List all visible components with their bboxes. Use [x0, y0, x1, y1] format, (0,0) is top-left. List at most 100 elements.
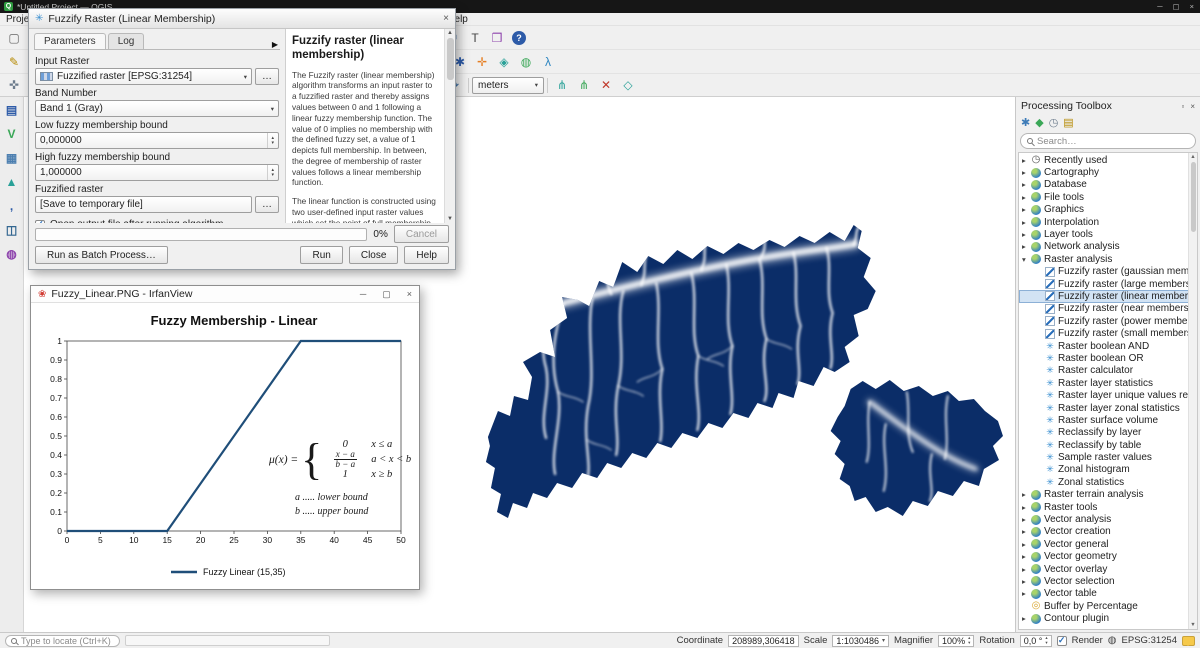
toolbox-wrench-icon[interactable]: ✱: [1021, 116, 1030, 129]
tree-item-interpolation[interactable]: ▸Interpolation: [1019, 216, 1197, 228]
minimize-button[interactable]: ─: [1157, 2, 1162, 11]
tree-item-reclassify-by-layer[interactable]: ✳Reclassify by layer: [1019, 427, 1197, 439]
expand-icon[interactable]: ▸: [1022, 503, 1031, 512]
input-raster-browse-button[interactable]: …: [255, 68, 279, 85]
expand-icon[interactable]: ▸: [1022, 515, 1031, 524]
tree-item-contour-plugin[interactable]: ▸Contour plugin: [1019, 612, 1197, 624]
add-raster-layer-icon[interactable]: ▦: [2, 148, 22, 168]
expand-icon[interactable]: ▸: [1022, 614, 1031, 623]
tree-item-raster-tools[interactable]: ▸Raster tools: [1019, 501, 1197, 513]
georeferencer-icon[interactable]: ✛: [472, 52, 492, 72]
expand-icon[interactable]: ▸: [1022, 230, 1031, 239]
expand-icon[interactable]: ▸: [1022, 205, 1031, 214]
expand-icon[interactable]: ▸: [1022, 490, 1031, 499]
tree-item-layer-tools[interactable]: ▸Layer tools: [1019, 228, 1197, 240]
expand-icon[interactable]: ▸: [1022, 193, 1031, 202]
tree-item-fuzzify-raster-near-membership[interactable]: Fuzzify raster (near membership): [1019, 303, 1197, 315]
tree-item-fuzzify-raster-gaussian-membership[interactable]: Fuzzify raster (gaussian membership): [1019, 266, 1197, 278]
tree-item-database[interactable]: ▸Database: [1019, 179, 1197, 191]
scale-dropdown-icon[interactable]: ▾: [882, 637, 885, 644]
scroll-down-icon[interactable]: ▼: [447, 216, 453, 222]
expand-icon[interactable]: ▸: [1022, 577, 1031, 586]
expand-icon[interactable]: ▸: [1022, 218, 1031, 227]
scrollbar-thumb[interactable]: [1191, 162, 1196, 232]
tree-item-cartography[interactable]: ▸Cartography: [1019, 166, 1197, 178]
tree-item-raster-layer-unique-values-report[interactable]: ✳Raster layer unique values report: [1019, 389, 1197, 401]
tree-item-fuzzify-raster-large-membership[interactable]: Fuzzify raster (large membership): [1019, 278, 1197, 290]
expand-icon[interactable]: ▸: [1022, 552, 1031, 561]
cad-point-capture-icon[interactable]: ◇: [618, 75, 638, 95]
new-project-icon[interactable]: ▢: [4, 28, 24, 48]
scroll-down-icon[interactable]: ▼: [1190, 622, 1195, 628]
scroll-up-icon[interactable]: ▲: [447, 30, 453, 36]
add-wms-layer-icon[interactable]: ◍: [2, 244, 22, 264]
help-button[interactable]: Help: [404, 246, 449, 264]
scroll-up-icon[interactable]: ▲: [1190, 154, 1195, 160]
models-icon[interactable]: ◆: [1035, 116, 1043, 129]
rotation-value[interactable]: 0,0 °: [1020, 635, 1052, 647]
tree-item-zonal-histogram[interactable]: ✳Zonal histogram: [1019, 464, 1197, 476]
messages-icon[interactable]: [1182, 636, 1195, 646]
render-checkbox[interactable]: [1057, 636, 1067, 646]
add-delimited-text-layer-icon[interactable]: ,: [2, 196, 22, 216]
expand-icon[interactable]: ▸: [1022, 242, 1031, 251]
dialog-title-bar[interactable]: ✳ Fuzzify Raster (Linear Membership) ×: [29, 9, 455, 29]
style-manager-icon[interactable]: ◈: [494, 52, 514, 72]
snapping-tool-icon[interactable]: ⋔: [552, 75, 572, 95]
expand-icon[interactable]: ▸: [1022, 589, 1031, 598]
tree-item-raster-surface-volume[interactable]: ✳Raster surface volume: [1019, 414, 1197, 426]
maximize-button[interactable]: ▢: [1173, 2, 1180, 11]
input-raster-combo[interactable]: Fuzzified raster [EPSG:31254] ▾: [35, 68, 252, 85]
expand-icon[interactable]: ▸: [1022, 565, 1031, 574]
tree-item-graphics[interactable]: ▸Graphics: [1019, 204, 1197, 216]
processing-search-input[interactable]: Search…: [1020, 133, 1196, 149]
run-button[interactable]: Run: [300, 246, 342, 264]
scrollbar-thumb[interactable]: [447, 38, 454, 80]
toggle-advanced-digitizing-icon[interactable]: ✜: [4, 75, 24, 95]
panel-close-icon[interactable]: ×: [1190, 102, 1195, 111]
add-vector-layer-icon[interactable]: V: [2, 124, 22, 144]
add-mesh-layer-icon[interactable]: ▲: [2, 172, 22, 192]
coordinate-value[interactable]: 208989,306418: [728, 635, 799, 647]
output-browse-button[interactable]: …: [255, 196, 279, 213]
expand-icon[interactable]: ▸: [1022, 180, 1031, 189]
data-source-manager-icon[interactable]: ▤: [2, 100, 22, 120]
tree-item-buffer-by-percentage[interactable]: ◎Buffer by Percentage: [1019, 600, 1197, 612]
tree-item-vector-geometry[interactable]: ▸Vector geometry: [1019, 551, 1197, 563]
tree-item-raster-layer-zonal-statistics[interactable]: ✳Raster layer zonal statistics: [1019, 402, 1197, 414]
band-number-combo[interactable]: Band 1 (Gray) ▾: [35, 100, 279, 117]
tree-item-raster-layer-statistics[interactable]: ✳Raster layer statistics: [1019, 377, 1197, 389]
tree-item-raster-analysis[interactable]: ▾Raster analysis: [1019, 253, 1197, 265]
tree-item-fuzzify-raster-small-membership[interactable]: Fuzzify raster (small membership): [1019, 327, 1197, 339]
expand-icon[interactable]: ▸: [1022, 156, 1031, 165]
high-bound-spinbox[interactable]: 1,000000 ▴▾: [35, 164, 279, 181]
tree-item-raster-calculator[interactable]: ✳Raster calculator: [1019, 365, 1197, 377]
tree-scrollbar[interactable]: ▲ ▼: [1188, 153, 1197, 629]
irfanview-title-bar[interactable]: ❀ Fuzzy_Linear.PNG - IrfanView ─ ▢ ×: [31, 286, 419, 303]
close-dialog-button[interactable]: Close: [349, 246, 399, 264]
collapse-icon[interactable]: ▾: [1022, 255, 1031, 264]
tree-item-fuzzify-raster-linear-membership[interactable]: Fuzzify raster (linear membership): [1019, 290, 1197, 302]
tab-parameters[interactable]: Parameters: [34, 33, 106, 49]
output-file-input[interactable]: [Save to temporary file]: [35, 196, 252, 213]
batch-process-button[interactable]: Run as Batch Process…: [35, 246, 168, 264]
tree-item-vector-analysis[interactable]: ▸Vector analysis: [1019, 513, 1197, 525]
tree-item-vector-general[interactable]: ▸Vector general: [1019, 538, 1197, 550]
maximize-icon[interactable]: ▢: [382, 289, 391, 300]
cancel-button[interactable]: Cancel: [394, 225, 449, 243]
dialog-close-icon[interactable]: ×: [443, 13, 449, 24]
new-print-layout-icon[interactable]: ❒: [487, 28, 507, 48]
tab-log[interactable]: Log: [108, 33, 145, 49]
expand-icon[interactable]: ▸: [1022, 527, 1031, 536]
scale-combo[interactable]: 1:1030486▾: [832, 635, 889, 647]
low-bound-spinbox[interactable]: 0,000000 ▴▾: [35, 132, 279, 149]
tree-item-vector-creation[interactable]: ▸Vector creation: [1019, 526, 1197, 538]
expand-icon[interactable]: ▸: [1022, 540, 1031, 549]
results-viewer-icon[interactable]: ▤: [1063, 116, 1073, 129]
tree-item-file-tools[interactable]: ▸File tools: [1019, 191, 1197, 203]
tree-item-fuzzify-raster-power-membership[interactable]: Fuzzify raster (power membership): [1019, 315, 1197, 327]
tree-item-raster-boolean-and[interactable]: ✳Raster boolean AND: [1019, 340, 1197, 352]
tree-item-raster-terrain-analysis[interactable]: ▸Raster terrain analysis: [1019, 489, 1197, 501]
add-postgis-layer-icon[interactable]: ◫: [2, 220, 22, 240]
minimize-icon[interactable]: ─: [360, 289, 366, 299]
